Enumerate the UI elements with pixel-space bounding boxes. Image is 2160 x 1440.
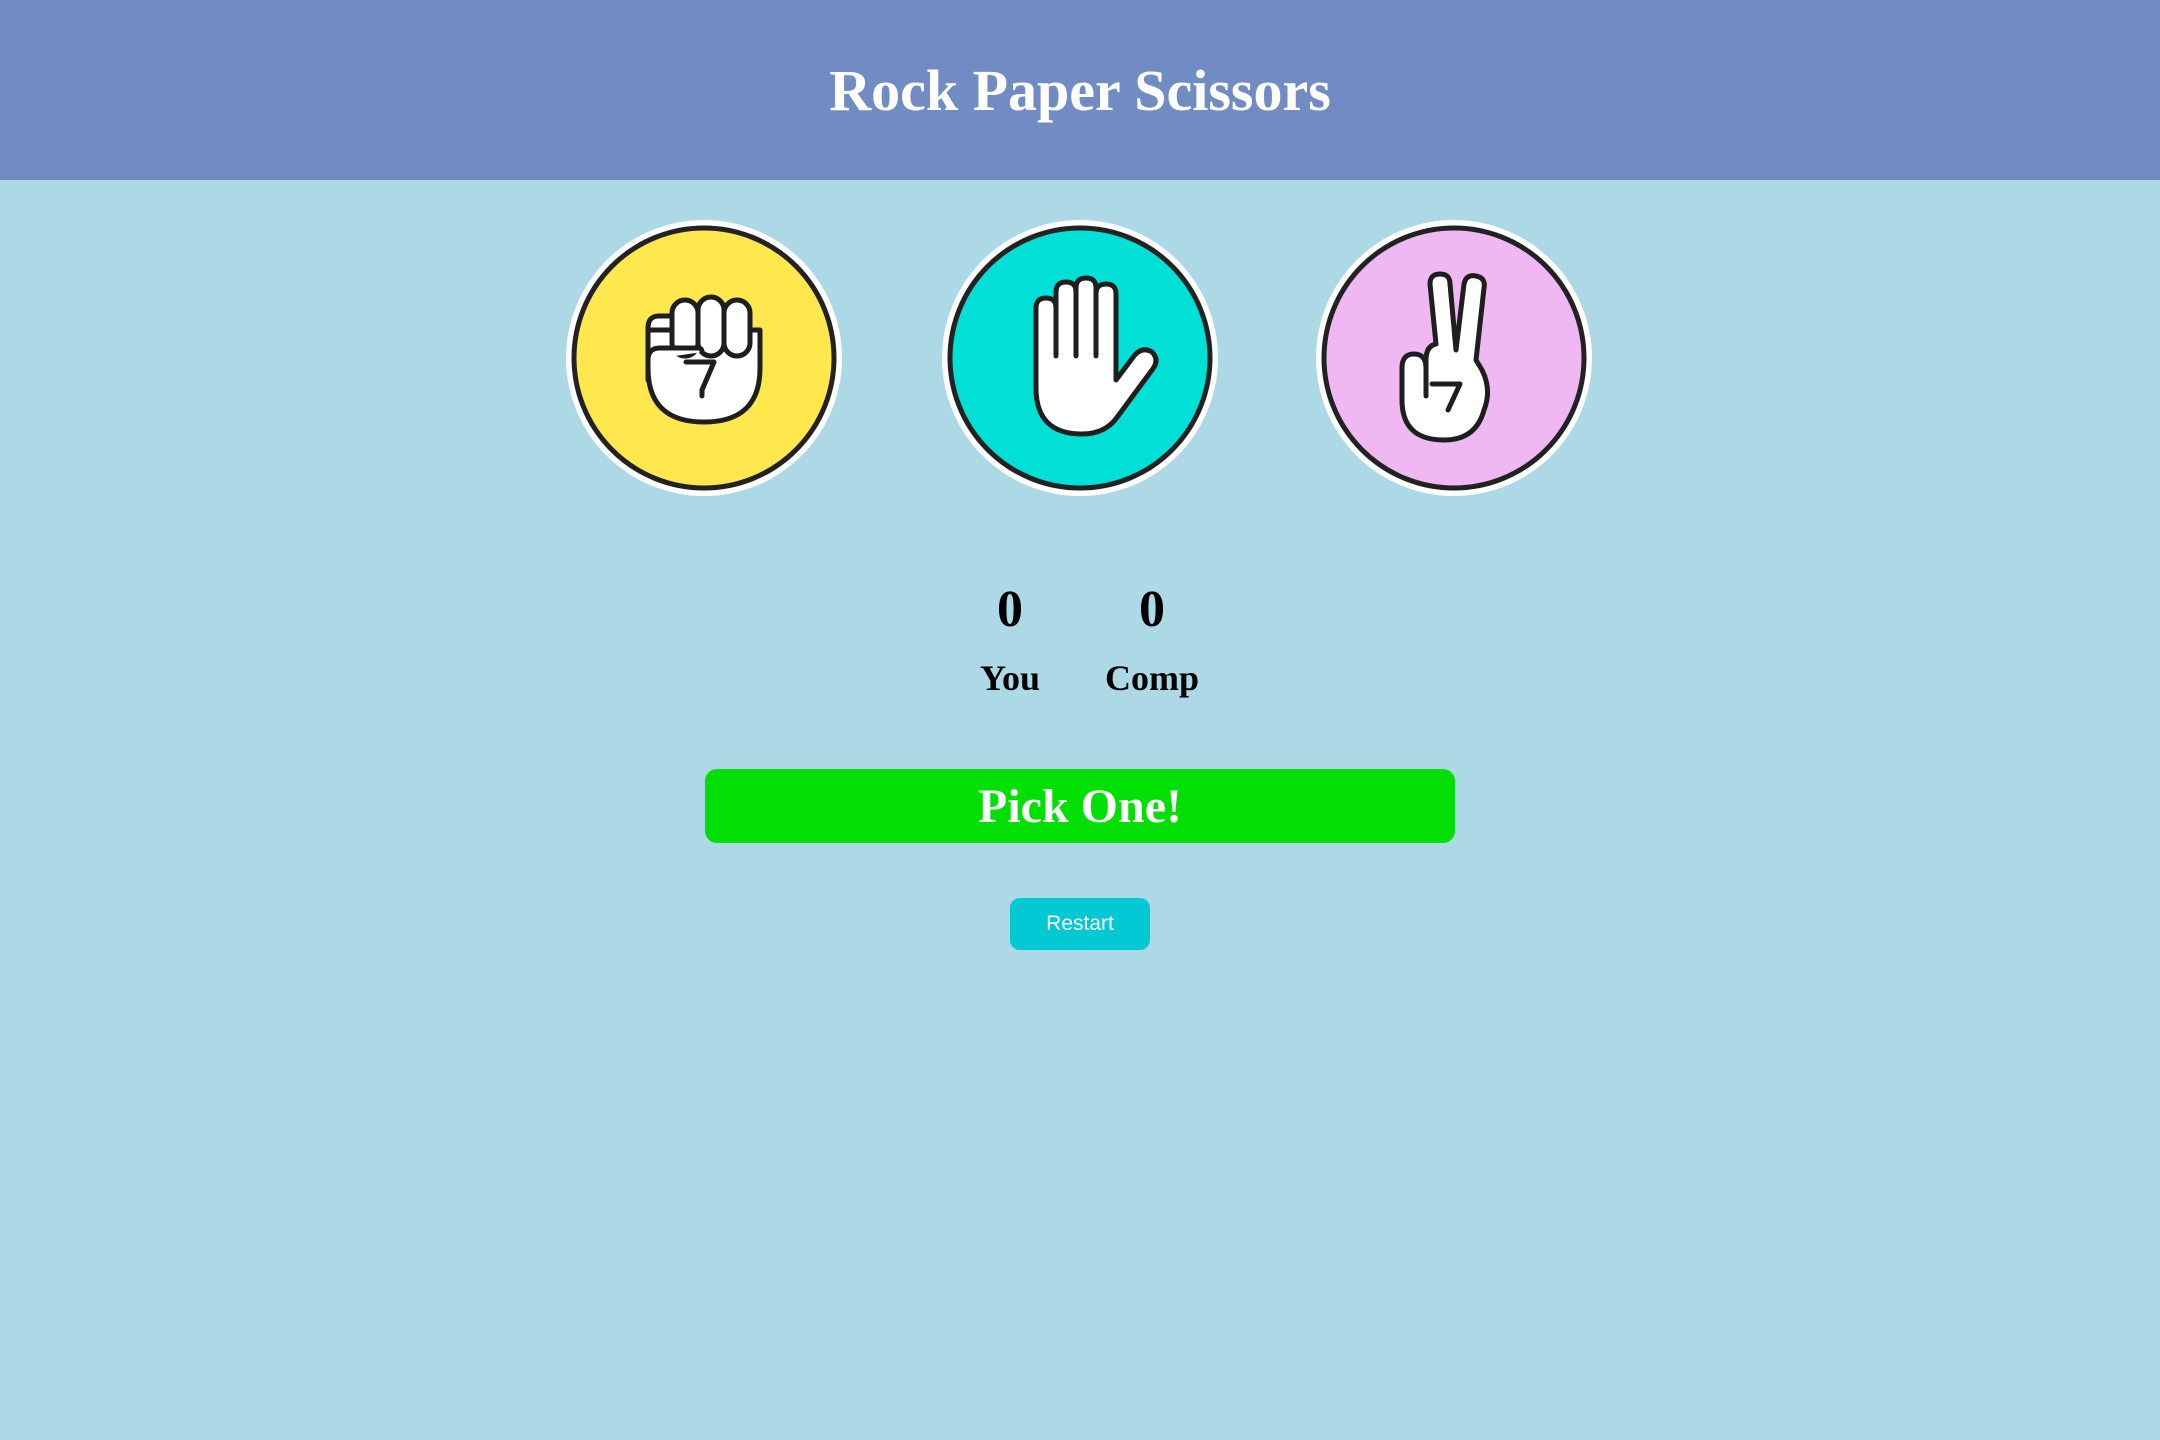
rock-choice-button[interactable] (566, 220, 842, 496)
computer-score-label: Comp (1104, 658, 1199, 698)
computer-score: 0 Comp (1082, 580, 1222, 698)
computer-score-value: 0 (1139, 581, 1165, 638)
page-title: Rock Paper Scissors (829, 57, 1331, 123)
fist-icon (571, 225, 837, 491)
peace-hand-icon (1321, 225, 1587, 491)
scoreboard: 0 You 0 Comp (0, 580, 2160, 720)
player-score-label: You (979, 658, 1041, 698)
open-hand-icon (947, 225, 1213, 491)
header: Rock Paper Scissors (0, 0, 2160, 180)
scissors-choice-button[interactable] (1316, 220, 1592, 496)
result-message: Pick One! (705, 769, 1455, 843)
player-score-value: 0 (997, 581, 1023, 638)
choices (0, 220, 2160, 496)
restart-button[interactable]: Restart (1010, 898, 1150, 950)
player-score: 0 You (940, 580, 1080, 698)
paper-choice-button[interactable] (942, 220, 1218, 496)
